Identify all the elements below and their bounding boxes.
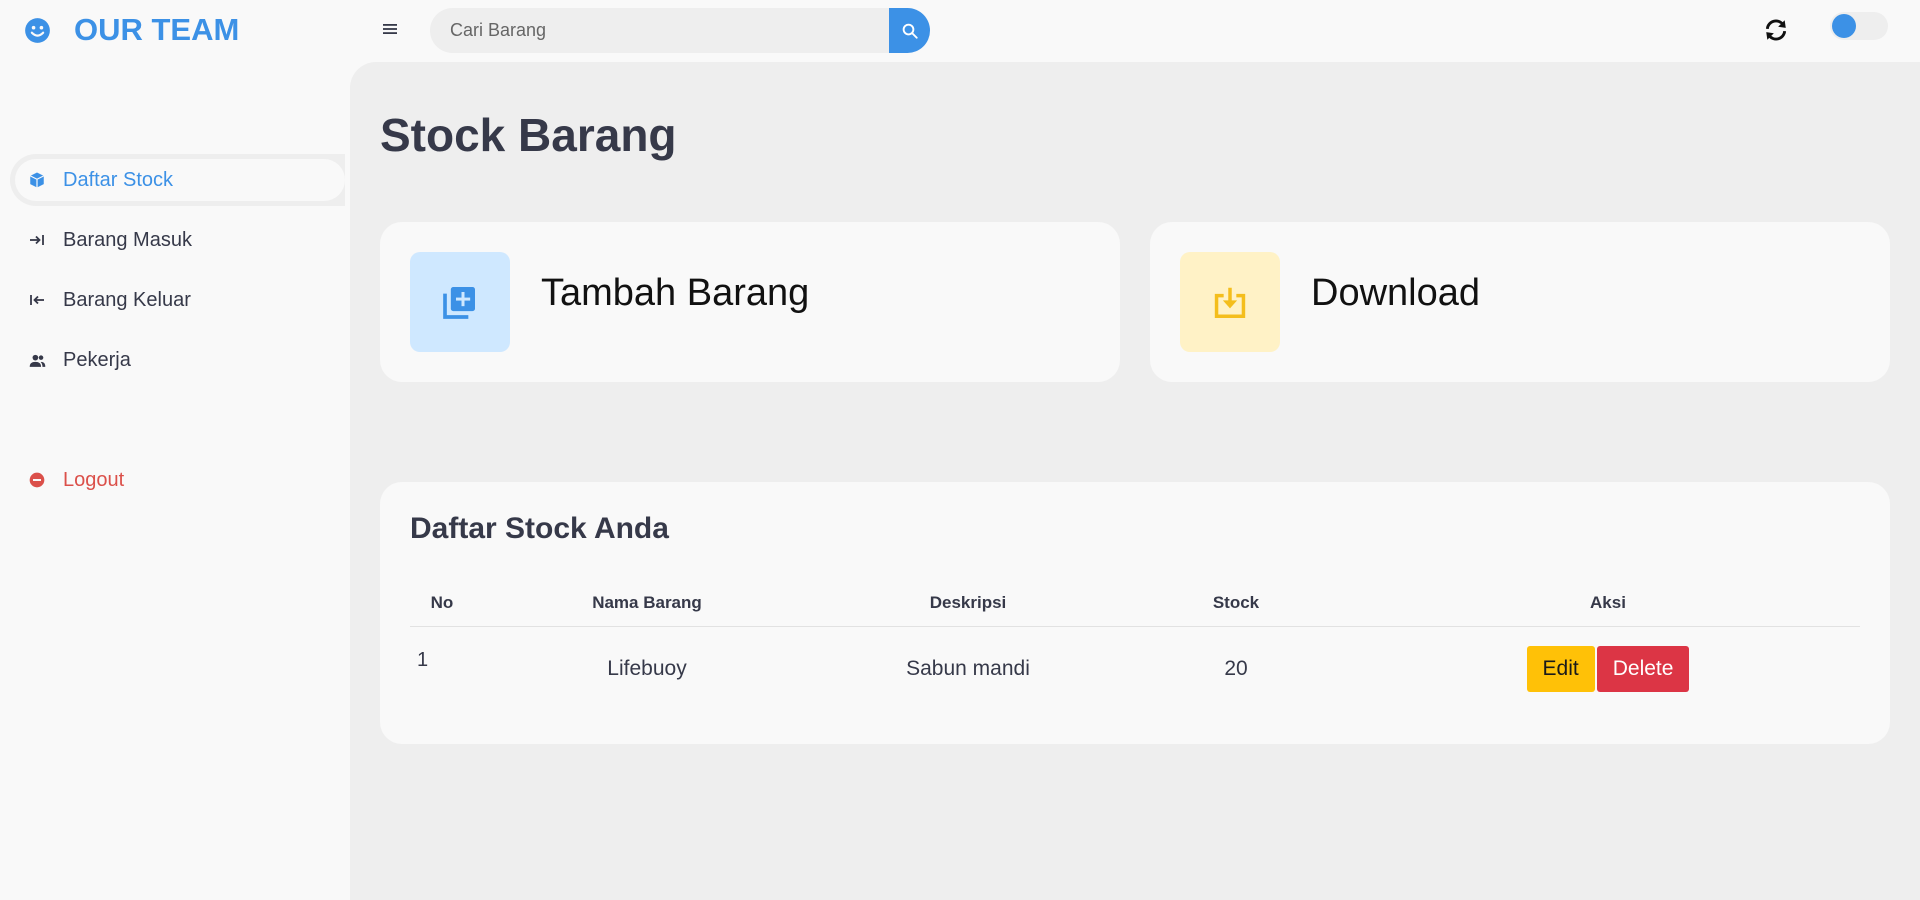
table-row: 1 Lifebuoy Sabun mandi 20 Edit Delete (410, 626, 1860, 712)
cell-action: Edit Delete (1356, 626, 1860, 712)
add-item-tile (410, 252, 510, 352)
arrow-in-icon (28, 231, 46, 249)
stock-table-card: Daftar Stock Anda No Nama Barang Deskrip… (380, 482, 1890, 744)
delete-button[interactable]: Delete (1596, 646, 1690, 693)
add-item-icon (443, 287, 475, 319)
top-bar: OUR TEAM (0, 0, 1920, 62)
menu-icon (383, 24, 397, 34)
menu-button[interactable] (380, 18, 400, 40)
brand[interactable]: OUR TEAM (24, 12, 239, 48)
sidebar-item-pekerja[interactable]: Pekerja (10, 334, 345, 386)
header-no: No (410, 580, 474, 627)
arrow-out-icon (28, 291, 46, 309)
toggle-knob (1832, 14, 1856, 38)
box-icon (28, 171, 46, 189)
smile-icon (25, 17, 50, 43)
header-name: Nama Barang (474, 580, 820, 627)
download-label: Download (1311, 272, 1480, 314)
sidebar-item-label: Pekerja (63, 348, 131, 371)
sidebar-item-label: Barang Keluar (63, 288, 191, 311)
logout-icon (28, 471, 46, 489)
table-header-row: No Nama Barang Deskripsi Stock Aksi (410, 580, 1860, 627)
sidebar-item-label: Logout (63, 468, 125, 491)
sidebar-item-label: Daftar Stock (63, 168, 174, 191)
search-icon (902, 23, 918, 39)
search-button[interactable] (889, 8, 930, 53)
table-title: Daftar Stock Anda (410, 512, 669, 545)
cell-desc: Sabun mandi (906, 657, 1030, 681)
page-title: Stock Barang (380, 109, 677, 161)
sidebar-item-logout[interactable]: Logout (10, 454, 345, 506)
brand-name: OUR TEAM (74, 12, 240, 47)
cell-no: 1 (417, 648, 429, 671)
sidebar-item-barang-masuk[interactable]: Barang Masuk (10, 214, 345, 266)
sidebar-item-label: Barang Masuk (63, 228, 192, 251)
header-stock: Stock (1116, 580, 1356, 627)
search-input[interactable] (430, 8, 889, 53)
download-tile (1180, 252, 1280, 352)
main-content: Stock Barang Tambah Barang Download Daft… (350, 62, 1920, 900)
dark-mode-toggle[interactable] (1830, 12, 1888, 40)
add-item-card[interactable]: Tambah Barang (380, 222, 1120, 382)
header-desc: Deskripsi (820, 580, 1116, 627)
download-icon (1214, 287, 1246, 318)
stock-table: No Nama Barang Deskripsi Stock Aksi 1 Li… (410, 580, 1860, 712)
users-icon (28, 351, 46, 369)
sidebar-item-daftar-stock[interactable]: Daftar Stock (10, 154, 345, 206)
edit-button[interactable]: Edit (1526, 646, 1595, 693)
search-form (430, 8, 930, 53)
sidebar-item-barang-keluar[interactable]: Barang Keluar (10, 274, 345, 326)
download-card[interactable]: Download (1150, 222, 1890, 382)
header-action: Aksi (1356, 580, 1860, 627)
sidebar: Daftar Stock Barang Masuk Barang Keluar (0, 62, 350, 900)
add-item-label: Tambah Barang (541, 272, 810, 314)
refresh-icon[interactable] (1762, 17, 1790, 43)
cell-stock: 20 (1224, 657, 1248, 681)
cell-name: Lifebuoy (607, 657, 687, 681)
